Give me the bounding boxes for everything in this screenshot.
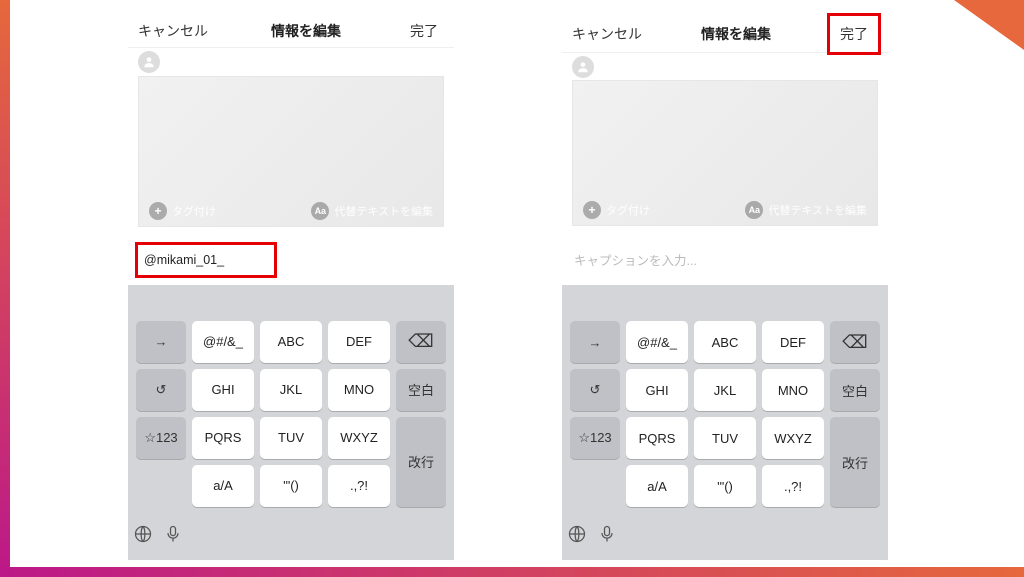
globe-icon[interactable] bbox=[565, 522, 589, 546]
navbar: キャンセル 情報を編集 完了 bbox=[128, 16, 454, 48]
key-enter[interactable]: 改行 bbox=[830, 417, 880, 507]
key-undo[interactable]: ↺ bbox=[136, 369, 186, 411]
key-backspace[interactable]: ⌫ bbox=[396, 321, 446, 363]
key-quotes[interactable]: '"() bbox=[260, 465, 322, 507]
media-overlay: + タグ付け Aa 代替テキストを編集 bbox=[139, 196, 443, 226]
key-undo[interactable]: ↺ bbox=[570, 369, 620, 411]
caption-input[interactable]: @mikami_01_ bbox=[138, 245, 274, 275]
backspace-icon: ⌫ bbox=[842, 332, 867, 353]
key-pqrs[interactable]: PQRS bbox=[626, 417, 688, 459]
key-arrow[interactable]: → bbox=[570, 321, 620, 363]
key-tuv[interactable]: TUV bbox=[694, 417, 756, 459]
tag-label: タグ付け bbox=[172, 203, 216, 219]
tag-people-button[interactable]: + タグ付け bbox=[583, 201, 650, 219]
backspace-icon: ⌫ bbox=[408, 331, 433, 352]
phone-right: キャンセル 情報を編集 完了 + タグ付け Aa 代替テキストを編集 キャ bbox=[562, 16, 888, 560]
caption-area[interactable]: @mikami_01_ bbox=[128, 227, 454, 285]
alt-text-button[interactable]: Aa 代替テキストを編集 bbox=[745, 201, 867, 219]
caption-placeholder: キャプションを入力... bbox=[572, 244, 699, 275]
cancel-button[interactable]: キャンセル bbox=[572, 24, 642, 44]
alt-label: 代替テキストを編集 bbox=[334, 203, 433, 219]
key-ghi[interactable]: GHI bbox=[626, 369, 688, 411]
key-punct[interactable]: .,?! bbox=[762, 465, 824, 507]
avatar-row bbox=[562, 53, 888, 80]
key-abc[interactable]: ABC bbox=[260, 321, 322, 363]
media-preview: + タグ付け Aa 代替テキストを編集 bbox=[572, 80, 878, 226]
key-def[interactable]: DEF bbox=[328, 321, 390, 363]
nav-title: 情報を編集 bbox=[271, 21, 341, 41]
key-pqrs[interactable]: PQRS bbox=[192, 417, 254, 459]
alt-text-button[interactable]: Aa 代替テキストを編集 bbox=[311, 202, 433, 220]
tag-people-button[interactable]: + タグ付け bbox=[149, 202, 216, 220]
key-quotes[interactable]: '"() bbox=[694, 465, 756, 507]
avatar[interactable] bbox=[138, 51, 160, 73]
aa-icon: Aa bbox=[311, 202, 329, 220]
key-wxyz[interactable]: WXYZ bbox=[762, 417, 824, 459]
key-punct[interactable]: .,?! bbox=[328, 465, 390, 507]
key-arrow[interactable]: → bbox=[136, 321, 186, 363]
key-symbols[interactable]: @#/&_ bbox=[626, 321, 688, 363]
key-abc[interactable]: ABC bbox=[694, 321, 756, 363]
key-jkl[interactable]: JKL bbox=[260, 369, 322, 411]
keyboard-suggestion-bar bbox=[562, 285, 888, 315]
alt-label: 代替テキストを編集 bbox=[768, 202, 867, 218]
done-button[interactable]: 完了 bbox=[830, 16, 878, 52]
key-enter[interactable]: 改行 bbox=[396, 417, 446, 507]
media-overlay: + タグ付け Aa 代替テキストを編集 bbox=[573, 195, 877, 225]
keyboard-suggestion-bar bbox=[128, 285, 454, 315]
navbar: キャンセル 情報を編集 完了 bbox=[562, 16, 888, 53]
media-preview: + タグ付け Aa 代替テキストを編集 bbox=[138, 76, 444, 227]
key-tuv[interactable]: TUV bbox=[260, 417, 322, 459]
key-ghi[interactable]: GHI bbox=[192, 369, 254, 411]
globe-icon[interactable] bbox=[131, 522, 155, 546]
keyboard: → @#/&_ ABC DEF ⌫ ↺ GHI JKL MNO 空白 ☆123 … bbox=[128, 315, 454, 560]
person-icon bbox=[576, 60, 590, 74]
cancel-button[interactable]: キャンセル bbox=[138, 21, 208, 41]
key-numsym[interactable]: ☆123 bbox=[570, 417, 620, 459]
key-mno[interactable]: MNO bbox=[762, 369, 824, 411]
key-backspace[interactable]: ⌫ bbox=[830, 321, 880, 363]
aa-icon: Aa bbox=[745, 201, 763, 219]
plus-icon: + bbox=[583, 201, 601, 219]
key-shift[interactable]: a/A bbox=[192, 465, 254, 507]
person-icon bbox=[142, 55, 156, 69]
nav-title: 情報を編集 bbox=[701, 24, 771, 44]
done-button[interactable]: 完了 bbox=[404, 19, 444, 43]
key-space[interactable]: 空白 bbox=[830, 369, 880, 411]
key-shift[interactable]: a/A bbox=[626, 465, 688, 507]
key-numsym[interactable]: ☆123 bbox=[136, 417, 186, 459]
key-mno[interactable]: MNO bbox=[328, 369, 390, 411]
phone-left: キャンセル 情報を編集 完了 + タグ付け Aa 代替テキストを編集 @m bbox=[128, 16, 454, 560]
key-symbols[interactable]: @#/&_ bbox=[192, 321, 254, 363]
key-jkl[interactable]: JKL bbox=[694, 369, 756, 411]
key-def[interactable]: DEF bbox=[762, 321, 824, 363]
avatar[interactable] bbox=[572, 56, 594, 78]
caption-area[interactable]: キャプションを入力... bbox=[562, 226, 888, 285]
plus-icon: + bbox=[149, 202, 167, 220]
avatar-row bbox=[128, 48, 454, 76]
keyboard: → @#/&_ ABC DEF ⌫ ↺ GHI JKL MNO 空白 ☆123 … bbox=[562, 315, 888, 560]
key-space[interactable]: 空白 bbox=[396, 369, 446, 411]
mic-icon[interactable] bbox=[161, 522, 185, 546]
key-wxyz[interactable]: WXYZ bbox=[328, 417, 390, 459]
mic-icon[interactable] bbox=[595, 522, 619, 546]
tag-label: タグ付け bbox=[606, 202, 650, 218]
